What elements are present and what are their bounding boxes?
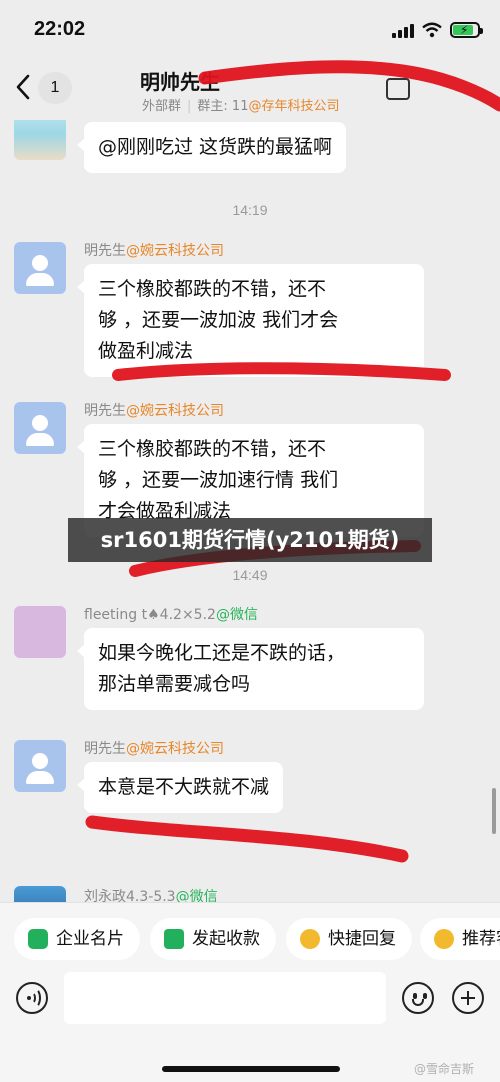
recommend-icon (434, 929, 454, 949)
request-payment-button[interactable]: 发起收款 (150, 918, 276, 960)
message-line: 三个橡胶都跌的不错，还不 (98, 438, 327, 460)
business-card-button[interactable]: 企业名片 (14, 918, 140, 960)
message-list[interactable]: @刚刚吃过 这货跌的最猛啊 14:19 明先生@婉云科技公司 三个橡胶都跌的不错… (0, 120, 500, 902)
sender-name: fleeting t♠4.2×5.2@微信 (84, 607, 258, 623)
status-bar: 22:02 ⚡ (0, 0, 500, 60)
group-info-icon[interactable] (386, 78, 410, 100)
message-bubble[interactable]: 三个橡胶都跌的不错，还不 够 ，还要一波加波 我们才会 做盈利减法 (77, 264, 424, 377)
payment-icon (164, 929, 184, 949)
message-bubble[interactable]: 本意是不大跌就不减 (76, 762, 284, 813)
message-text: @刚刚吃过 这货跌的最猛啊 (98, 136, 333, 158)
chevron-left-icon (16, 74, 30, 100)
chat-title: 明帅先生 (140, 70, 220, 94)
avatar[interactable] (14, 242, 66, 294)
watermark: @雪命吉斯 (414, 1062, 475, 1076)
avatar[interactable] (14, 886, 66, 902)
recommend-button[interactable]: 推荐客 (420, 918, 500, 960)
message-line: 够 ，还要一波加波 我们才会 (98, 309, 339, 331)
timestamp: 14:49 (232, 567, 268, 583)
quick-reply-icon (300, 929, 320, 949)
group-owner: 群主: 11 (197, 99, 249, 114)
timestamp: 14:19 (232, 202, 268, 218)
avatar[interactable] (14, 402, 66, 454)
voice-input-icon[interactable] (16, 982, 48, 1014)
back-button[interactable]: 1 (10, 70, 72, 106)
sender-name: 明先生@婉云科技公司 (84, 403, 224, 419)
business-card-icon (28, 929, 48, 949)
sender-name: 刘永政4.3-5.3@微信 (84, 889, 218, 902)
message-line: 做盈利减法 (98, 340, 194, 362)
group-owner-org: @存年科技公司 (248, 99, 340, 114)
more-options-icon[interactable] (452, 982, 484, 1014)
message-line: 那沽单需要减仓吗 (98, 673, 251, 695)
message-bubble[interactable]: 如果今晚化工还是不跌的话， 那沽单需要减仓吗 (77, 628, 424, 710)
status-time: 22:02 (34, 18, 86, 40)
avatar[interactable] (14, 606, 66, 658)
unread-count-badge: 1 (38, 72, 72, 104)
chat-header: 1 明帅先生 外部群 | 群主: 11@存年科技公司 (0, 60, 500, 120)
home-indicator (162, 1066, 340, 1072)
wifi-icon (422, 22, 442, 38)
avatar[interactable] (14, 740, 66, 792)
sender-name: 明先生@婉云科技公司 (84, 243, 224, 259)
avatar[interactable] (14, 120, 66, 160)
quick-reply-button[interactable]: 快捷回复 (286, 918, 412, 960)
quick-actions-bar: 企业名片 发起收款 快捷回复 推荐客 (0, 902, 500, 966)
battery-icon: ⚡ (450, 22, 483, 38)
group-tag: 外部群 (142, 99, 182, 114)
message-line: 如果今晚化工还是不跌的话， (98, 642, 346, 664)
emoji-icon[interactable] (402, 982, 434, 1014)
message-input[interactable] (64, 972, 386, 1024)
message-line: 本意是不大跌就不减 (98, 776, 270, 798)
overlay-banner: sr1601期货行情(y2101期货) (68, 518, 432, 562)
chat-subtitle: 外部群 | 群主: 11@存年科技公司 (142, 99, 340, 114)
scrollbar[interactable] (492, 788, 496, 834)
message-line: 够 ，还要一波加速行情 我们 (98, 469, 339, 491)
message-line: 三个橡胶都跌的不错，还不 (98, 278, 327, 300)
message-bubble[interactable]: @刚刚吃过 这货跌的最猛啊 (76, 122, 347, 173)
signal-icon (392, 24, 414, 38)
sender-name: 明先生@婉云科技公司 (84, 741, 224, 757)
